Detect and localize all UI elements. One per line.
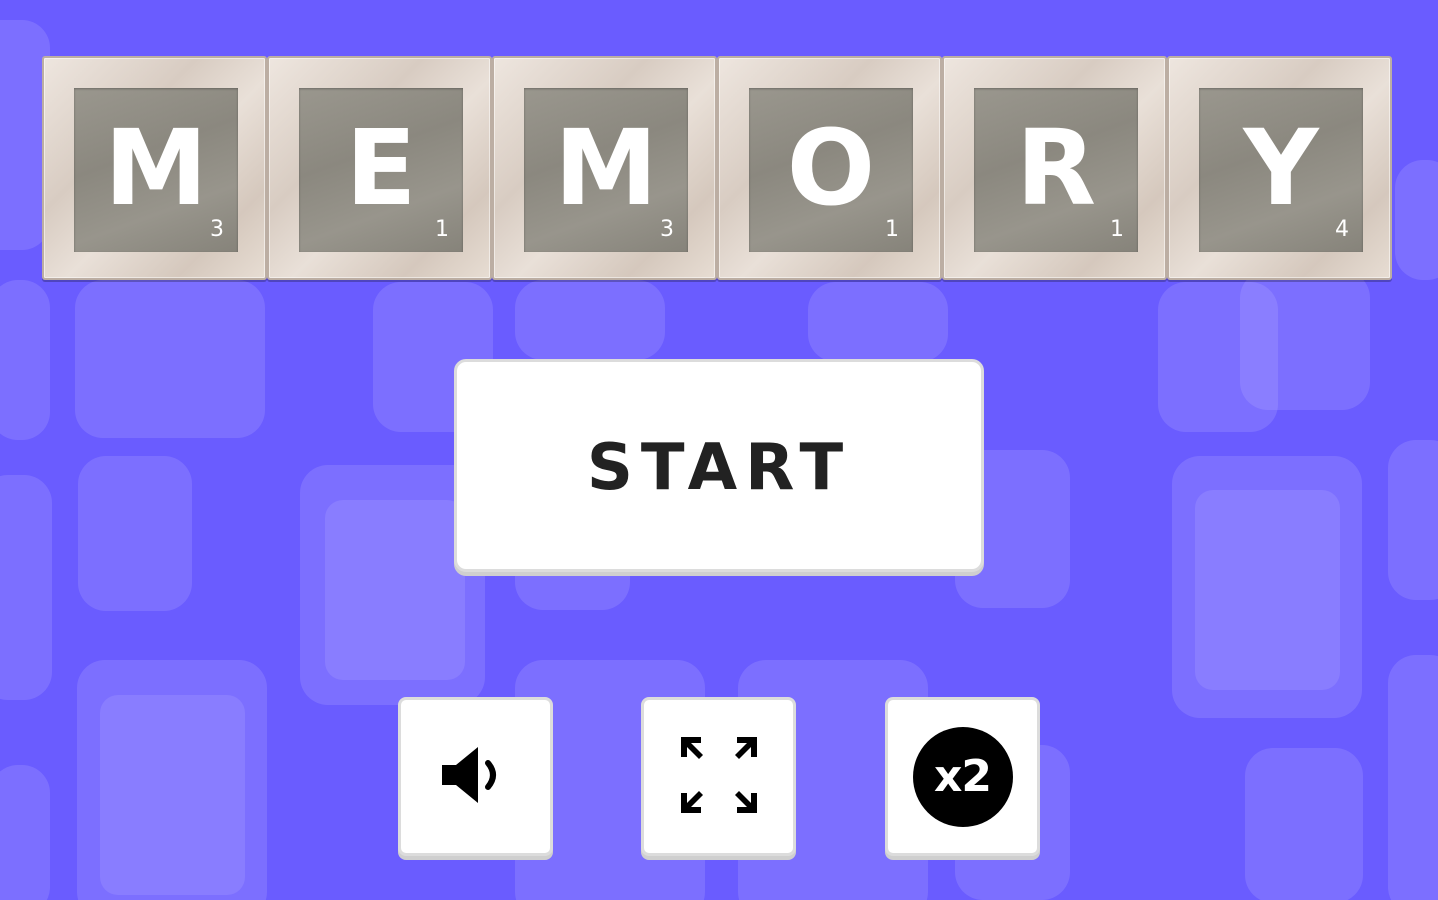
title-tile: E 1 (267, 56, 492, 280)
tile-face: E 1 (299, 88, 463, 252)
tile-face: R 1 (974, 88, 1138, 252)
background-square (1388, 655, 1438, 900)
tile-face: Y 4 (1199, 88, 1363, 252)
background-square (1240, 270, 1370, 410)
sound-button[interactable] (398, 697, 553, 856)
memory-title: M 3 E 1 M 3 O 1 R 1 Y 4 (42, 56, 1394, 282)
background-square (808, 282, 948, 362)
start-button-label: START (586, 430, 852, 505)
title-tile: O 1 (717, 56, 942, 280)
tile-score: 4 (1335, 217, 1349, 242)
tile-score: 1 (1110, 217, 1124, 242)
background-square (515, 280, 665, 360)
tile-face: M 3 (524, 88, 688, 252)
speed-x2-button[interactable]: x2 (885, 697, 1040, 856)
background-square (0, 765, 50, 900)
background-square (0, 280, 50, 440)
background-square (325, 500, 465, 680)
background-square (78, 456, 192, 611)
title-tile: M 3 (492, 56, 717, 280)
background-square (1395, 160, 1438, 280)
tile-score: 1 (885, 217, 899, 242)
fullscreen-button[interactable] (641, 697, 796, 856)
background-square (1245, 748, 1363, 900)
fullscreen-expand-icon (679, 735, 759, 819)
tile-score: 3 (660, 217, 674, 242)
speaker-icon (436, 735, 516, 819)
title-tile: Y 4 (1167, 56, 1392, 280)
background-square (1195, 490, 1340, 690)
speed-label: x2 (934, 751, 992, 802)
speed-badge-icon: x2 (912, 726, 1013, 827)
background-square (100, 695, 245, 895)
tile-face: O 1 (749, 88, 913, 252)
background-square (75, 280, 265, 438)
tile-score: 3 (210, 217, 224, 242)
tile-face: M 3 (74, 88, 238, 252)
start-button[interactable]: START (454, 359, 984, 572)
background-square (1388, 440, 1438, 600)
title-tile: R 1 (942, 56, 1167, 280)
background-square (0, 475, 52, 700)
tile-score: 1 (435, 217, 449, 242)
game-screen: M 3 E 1 M 3 O 1 R 1 Y 4 START x2 (0, 0, 1438, 900)
title-tile: M 3 (42, 56, 267, 280)
